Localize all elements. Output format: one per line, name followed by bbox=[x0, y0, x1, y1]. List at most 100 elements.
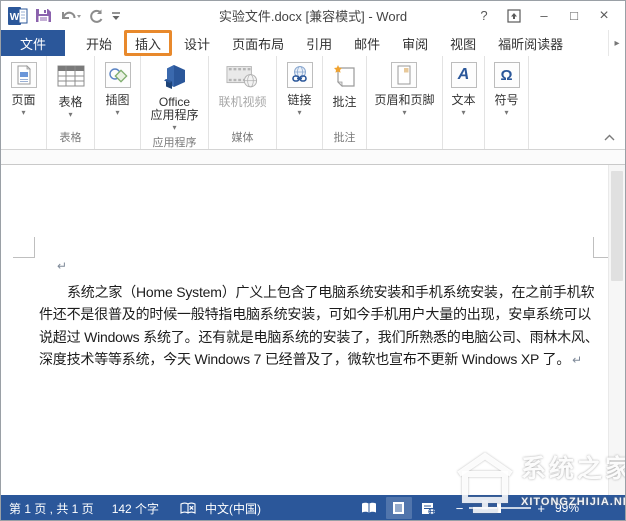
save-button[interactable] bbox=[35, 5, 52, 27]
online-video-button[interactable]: 联机视频 bbox=[215, 60, 269, 111]
group-label-table: 表格 bbox=[60, 129, 82, 149]
help-button[interactable]: ? bbox=[471, 5, 497, 27]
quick-access-toolbar: W bbox=[1, 5, 121, 27]
print-layout-icon bbox=[392, 501, 405, 515]
symbols-label: 符号 bbox=[494, 94, 518, 107]
header-footer-icon bbox=[396, 65, 412, 85]
language-indicator[interactable]: 中文(中国) bbox=[205, 500, 261, 517]
caption-buttons: ? – □ × bbox=[471, 5, 625, 27]
text-label: 文本 bbox=[451, 94, 475, 107]
document-page[interactable]: ↵ 系统之家（Home System）广义上包含了电脑系统安装和手机系统安装，在… bbox=[1, 165, 625, 495]
read-mode-button[interactable] bbox=[356, 497, 382, 519]
margin-mark-topleft-h bbox=[13, 257, 34, 258]
scrollbar-thumb[interactable] bbox=[611, 171, 623, 281]
web-layout-button[interactable] bbox=[416, 497, 442, 519]
redo-button[interactable] bbox=[88, 5, 104, 27]
undo-button[interactable] bbox=[59, 5, 81, 27]
page-indicator[interactable]: 第 1 页 , 共 1 页 bbox=[9, 500, 94, 517]
comment-icon bbox=[332, 63, 358, 89]
word-app-icon[interactable]: W bbox=[8, 5, 28, 27]
tab-insert[interactable]: 插入 bbox=[124, 30, 172, 56]
links-button[interactable]: 链接 ▾ bbox=[284, 60, 316, 119]
illustrations-label: 插图 bbox=[105, 94, 129, 107]
ribbon-insert: 页面 ▾ 表格 ▾ bbox=[1, 56, 625, 150]
zoom-level[interactable]: 99% bbox=[555, 501, 579, 515]
minimize-button[interactable]: – bbox=[531, 5, 557, 27]
margin-mark-topleft-v bbox=[34, 237, 35, 258]
illustrations-dropdown-caret: ▾ bbox=[115, 109, 119, 117]
illustrations-icon bbox=[108, 66, 128, 84]
pages-label: 页面 bbox=[11, 94, 35, 107]
paragraph: 系统之家（Home System）广义上包含了电脑系统安装和手机系统安装，在之前… bbox=[39, 281, 591, 370]
group-links: 链接 ▾ bbox=[277, 56, 323, 149]
office-apps-dropdown-caret: ▾ bbox=[172, 124, 176, 132]
zoom-slider-thumb[interactable] bbox=[497, 503, 501, 513]
ribbon-display-options-icon bbox=[507, 9, 521, 23]
pages-icon bbox=[15, 65, 33, 85]
customize-qat-button[interactable] bbox=[111, 5, 121, 27]
status-bar-right: − + 99% bbox=[356, 497, 579, 519]
table-button[interactable]: 表格 ▾ bbox=[52, 60, 90, 121]
symbols-button[interactable]: Ω 符号 ▾ bbox=[491, 60, 523, 119]
doc-line-1: 系统之家（Home System）广义上包含了电脑系统安装和手机系统安装，在之前… bbox=[39, 281, 595, 303]
header-footer-dropdown-caret: ▾ bbox=[402, 109, 406, 117]
symbols-dropdown-caret: ▾ bbox=[504, 109, 508, 117]
ribbon-tab-row: 文件 开始 插入 设计 页面布局 引用 邮件 审阅 视图 福昕阅读器 ▸ bbox=[1, 30, 625, 56]
margin-mark-topright-v bbox=[593, 237, 594, 258]
header-footer-button[interactable]: 页眉和页脚 ▾ bbox=[371, 60, 437, 119]
zoom-slider[interactable] bbox=[469, 507, 531, 509]
zoom-in-button[interactable]: + bbox=[537, 502, 545, 515]
zoom-out-button[interactable]: − bbox=[456, 502, 464, 515]
tab-mailings[interactable]: 邮件 bbox=[343, 30, 391, 56]
customize-qat-icon bbox=[111, 10, 121, 22]
group-comments: 批注 批注 bbox=[323, 56, 367, 149]
end-paragraph-mark: ↵ bbox=[570, 353, 582, 367]
comment-label: 批注 bbox=[332, 96, 356, 109]
tab-page-layout[interactable]: 页面布局 bbox=[221, 30, 295, 56]
online-video-icon bbox=[226, 63, 258, 89]
title-bar: W bbox=[1, 1, 625, 30]
redo-icon bbox=[88, 8, 104, 24]
group-label-comments: 批注 bbox=[334, 129, 356, 149]
tab-view[interactable]: 视图 bbox=[439, 30, 487, 56]
tab-overflow-arrow[interactable]: ▸ bbox=[608, 30, 625, 56]
header-footer-label: 页眉和页脚 bbox=[374, 94, 434, 107]
vertical-scrollbar[interactable] bbox=[608, 165, 625, 495]
word-window: W bbox=[0, 0, 626, 521]
zoom-control: − + bbox=[456, 502, 545, 515]
office-apps-label-line2: 应用程序 bbox=[150, 109, 198, 122]
table-icon bbox=[57, 64, 85, 88]
group-table: 表格 ▾ 表格 bbox=[47, 56, 95, 149]
svg-text:W: W bbox=[10, 12, 20, 23]
tab-review[interactable]: 审阅 bbox=[391, 30, 439, 56]
comment-button[interactable]: 批注 bbox=[326, 60, 364, 111]
close-button[interactable]: × bbox=[591, 5, 617, 27]
tab-home[interactable]: 开始 bbox=[75, 30, 123, 56]
tab-file[interactable]: 文件 bbox=[1, 30, 65, 56]
office-apps-icon bbox=[158, 63, 190, 93]
ribbon-page-gap bbox=[1, 150, 625, 165]
text-icon: A bbox=[458, 67, 470, 83]
office-apps-button[interactable]: Office 应用程序 ▾ bbox=[147, 60, 201, 134]
group-text: A 文本 ▾ bbox=[443, 56, 485, 149]
proofing-status-button[interactable] bbox=[177, 498, 199, 518]
ribbon-display-options-button[interactable] bbox=[501, 5, 527, 27]
illustrations-button[interactable]: 插图 ▾ bbox=[102, 60, 134, 119]
tab-foxit-reader[interactable]: 福昕阅读器 bbox=[487, 30, 574, 56]
word-count[interactable]: 142 个字 bbox=[112, 500, 159, 517]
table-label: 表格 bbox=[58, 96, 82, 109]
group-label-apps: 应用程序 bbox=[153, 134, 197, 154]
text-button[interactable]: A 文本 ▾ bbox=[448, 60, 480, 119]
status-bar: 第 1 页 , 共 1 页 142 个字 中文(中国) bbox=[1, 495, 625, 521]
tab-design[interactable]: 设计 bbox=[173, 30, 221, 56]
doc-line-2: 件还不是很普及的时候一般特指电脑系统安装，可如今手机用户大量的出现，安卓系统可以 bbox=[39, 303, 595, 325]
group-label-media: 媒体 bbox=[232, 129, 254, 149]
print-layout-button[interactable] bbox=[386, 497, 412, 519]
tab-references[interactable]: 引用 bbox=[295, 30, 343, 56]
text-dropdown-caret: ▾ bbox=[461, 109, 465, 117]
doc-line-3: 说超过 Windows 系统了。还有就是电脑系统的安装了，我们所熟悉的电脑公司、… bbox=[39, 326, 595, 348]
maximize-button[interactable]: □ bbox=[561, 5, 587, 27]
collapse-ribbon-button[interactable] bbox=[600, 130, 618, 144]
pages-button[interactable]: 页面 ▾ bbox=[8, 60, 40, 119]
undo-icon bbox=[59, 8, 81, 24]
